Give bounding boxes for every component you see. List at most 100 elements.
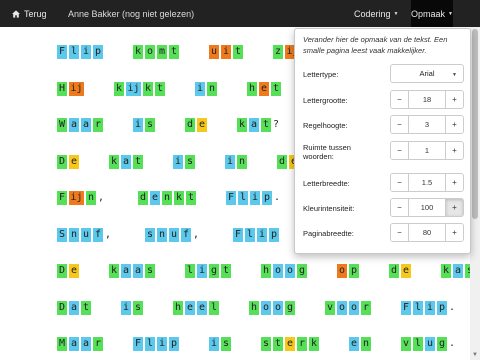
letter: t	[81, 300, 91, 315]
letter: s	[145, 118, 155, 132]
letter: l	[185, 264, 195, 278]
letter: r	[297, 337, 307, 351]
punctuation: ,	[98, 192, 105, 203]
letter: a	[133, 264, 143, 278]
letter: o	[145, 45, 155, 59]
letter: d	[185, 118, 195, 132]
word-spacing-increase-button[interactable]: +	[445, 142, 463, 159]
font-select[interactable]: Arial ▼	[390, 64, 464, 83]
letter: i	[257, 227, 267, 242]
letter: z	[273, 45, 283, 59]
letter-width-label: Letterbreedte:	[303, 179, 350, 188]
letter: l	[209, 300, 219, 315]
letter: H	[57, 81, 67, 96]
letter: u	[209, 45, 219, 59]
letter: t	[133, 154, 143, 169]
letter: n	[207, 81, 217, 96]
layout-hint: Verander hier de opmaak van de tekst. Ee…	[303, 35, 448, 55]
line-height-increase-button[interactable]: +	[445, 116, 463, 133]
scrollbar[interactable]: ▼	[470, 27, 480, 360]
letter: s	[133, 300, 143, 315]
letter: ij	[69, 81, 84, 96]
back-label: Terug	[24, 8, 47, 19]
back-button[interactable]: Terug	[12, 0, 47, 27]
letter: e	[349, 337, 359, 351]
letter: o	[337, 264, 347, 278]
font-label: Lettertype:	[303, 70, 339, 79]
letter: r	[361, 300, 371, 315]
letter: F	[133, 337, 143, 351]
letter: k	[109, 154, 119, 169]
letter: n	[237, 154, 247, 169]
letter-width-decrease-button[interactable]: −	[391, 174, 409, 191]
letter: F	[233, 227, 243, 242]
letter: o	[273, 300, 283, 315]
letter: i	[195, 81, 205, 96]
letter: k	[441, 264, 451, 278]
letter: ij	[126, 81, 141, 96]
layout-panel: Verander hier de opmaak van de tekst. Ee…	[294, 28, 471, 254]
scroll-down-icon[interactable]: ▼	[472, 352, 478, 358]
letter: i	[221, 45, 231, 59]
letter: h	[247, 81, 257, 96]
letter-width-increase-button[interactable]: +	[445, 174, 463, 191]
word-spacing-decrease-button[interactable]: −	[391, 142, 409, 159]
letter: n	[86, 191, 96, 205]
letter: t	[169, 45, 179, 59]
letter: p	[262, 191, 272, 205]
letter: p	[169, 337, 179, 351]
letter: D	[57, 300, 67, 315]
letter: i	[425, 300, 435, 315]
letter: i	[197, 264, 207, 278]
font-size-decrease-button[interactable]: −	[391, 91, 409, 108]
letter: p	[349, 264, 359, 278]
letter: p	[269, 227, 279, 242]
letter: f	[93, 227, 103, 242]
letter: a	[69, 300, 79, 315]
letter: i	[209, 337, 219, 351]
letter: d	[389, 264, 399, 278]
letter: t	[221, 264, 231, 278]
word-spacing-stepper: − 1 +	[390, 141, 464, 160]
letter: e	[185, 300, 195, 315]
letter: a	[121, 264, 131, 278]
letter: t	[186, 191, 196, 205]
letter: a	[453, 264, 463, 278]
font-size-label: Lettergrootte:	[303, 96, 348, 105]
punctuation: .	[274, 192, 281, 203]
color-intensity-increase-button[interactable]: +	[445, 199, 463, 216]
letter: a	[69, 337, 79, 351]
letter: S	[57, 227, 67, 242]
letter: s	[145, 264, 155, 278]
letter: D	[57, 264, 67, 278]
letter: i	[157, 337, 167, 351]
letter: g	[209, 264, 219, 278]
color-intensity-decrease-button[interactable]: −	[391, 199, 409, 216]
color-intensity-label: Kleurintensiteit:	[303, 204, 355, 213]
letter: k	[237, 118, 247, 132]
menu-layout[interactable]: Opmaak ▼	[411, 0, 453, 27]
word-spacing-value: 1	[424, 146, 430, 155]
menu-coding-label: Codering	[354, 8, 391, 19]
font-size-increase-button[interactable]: +	[445, 91, 463, 108]
page-width-decrease-button[interactable]: −	[391, 224, 409, 241]
letter: e	[197, 118, 207, 132]
letter: l	[145, 337, 155, 351]
letter: l	[238, 191, 248, 205]
font-select-value: Arial	[419, 69, 435, 78]
page-width-label: Paginabreedte:	[303, 229, 354, 238]
letter: i	[133, 118, 143, 132]
letter: e	[69, 264, 79, 278]
letter: n	[69, 227, 79, 242]
scroll-thumb[interactable]	[472, 29, 478, 219]
caret-down-icon: ▼	[448, 10, 453, 17]
punctuation: ?	[273, 119, 280, 130]
line-height-decrease-button[interactable]: −	[391, 116, 409, 133]
letter: s	[185, 154, 195, 169]
menu-coding[interactable]: Codering ▼	[354, 0, 398, 27]
letter: i	[121, 300, 131, 315]
page-width-increase-button[interactable]: +	[445, 224, 463, 241]
letter: t	[155, 81, 165, 96]
letter: i	[250, 191, 260, 205]
letter: k	[109, 264, 119, 278]
